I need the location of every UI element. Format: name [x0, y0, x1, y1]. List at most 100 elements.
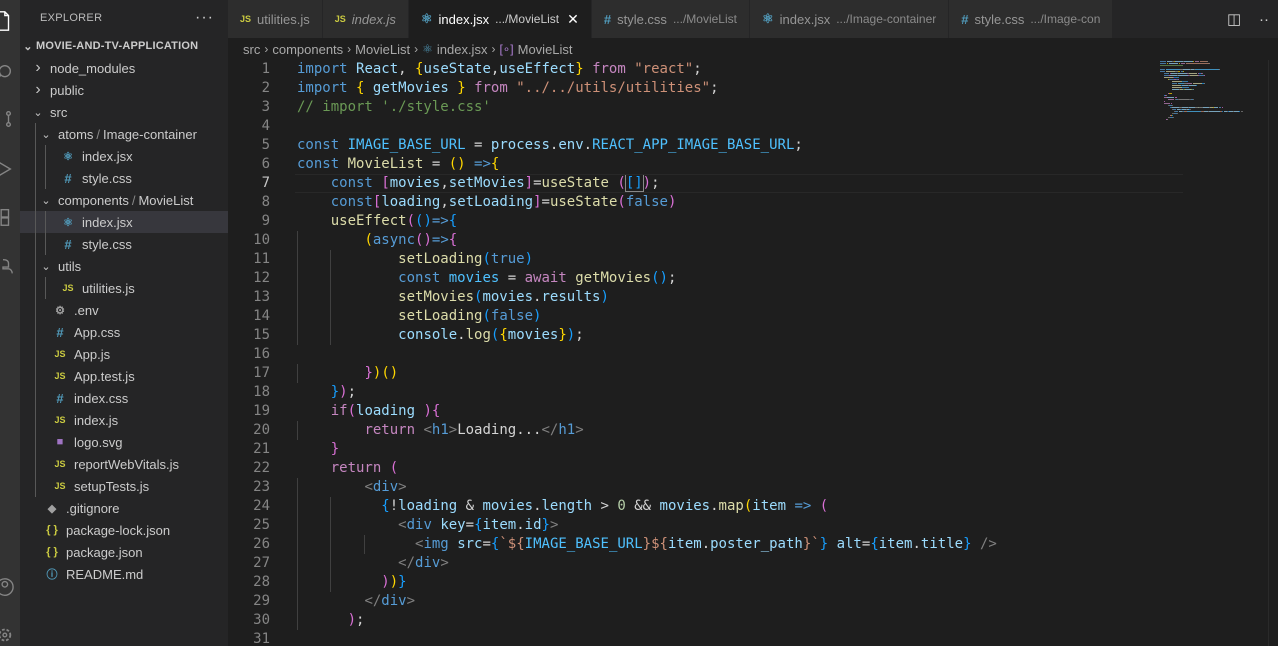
editor-tab[interactable]: # style.css .../Image-con [949, 0, 1114, 38]
code-line[interactable]: useEffect(()=>{ [297, 212, 1177, 231]
python-icon[interactable] [0, 256, 16, 278]
folder-item[interactable]: ⌄ src [20, 101, 228, 123]
folder-label: utils [58, 258, 82, 274]
breadcrumb-item-symbol[interactable]: MovieList [518, 42, 573, 57]
code-line[interactable]: const MovieList = () =>{ [297, 155, 1177, 174]
extensions-icon[interactable] [0, 206, 16, 228]
breadcrumb-item-src[interactable]: src [243, 42, 260, 57]
code-token: > [440, 555, 449, 571]
file-item[interactable]: JS reportWebVitals.js [20, 453, 228, 475]
breadcrumb-item-file[interactable]: index.jsx [437, 42, 488, 57]
code-area[interactable]: import React, {useState,useEffect} from … [295, 60, 1183, 646]
file-item[interactable]: # App.css [20, 321, 228, 343]
code-line[interactable]: ))} [296, 573, 1177, 592]
file-item[interactable]: JS App.js [20, 343, 228, 365]
minimap[interactable] [1158, 60, 1268, 646]
file-item[interactable]: ⚛ index.jsx [20, 211, 228, 233]
code-line[interactable]: return ( [297, 459, 1177, 478]
code-token: </ [541, 422, 559, 438]
file-item[interactable]: # index.css [20, 387, 228, 409]
code-line[interactable]: import React, {useState,useEffect} from … [297, 60, 1177, 79]
more-actions-icon[interactable]: ··· [195, 9, 214, 27]
file-item[interactable]: JS utilities.js [20, 277, 228, 299]
account-icon[interactable] [0, 576, 16, 598]
settings-gear-icon[interactable] [0, 624, 16, 646]
indent-guide [330, 573, 332, 592]
file-item[interactable]: ◆ .gitignore [20, 497, 228, 519]
files-icon[interactable] [0, 10, 16, 32]
code-line[interactable]: setLoading(false) [296, 307, 1177, 326]
close-icon[interactable]: ✕ [567, 11, 579, 28]
file-item[interactable]: ⚙ .env [20, 299, 228, 321]
breadcrumb-item-movielist-folder[interactable]: MovieList [355, 42, 410, 57]
code-line[interactable]: } [297, 440, 1177, 459]
code-line[interactable]: const IMAGE_BASE_URL = process.env.REACT… [297, 136, 1177, 155]
indent-guide [296, 231, 298, 250]
code-line[interactable]: const movies = await getMovies(); [296, 269, 1177, 288]
code-line[interactable]: <div> [296, 478, 1177, 497]
search-icon[interactable] [0, 62, 16, 84]
code-line[interactable]: })() [296, 364, 1177, 383]
code-line[interactable] [297, 345, 1177, 364]
file-item[interactable]: JS index.js [20, 409, 228, 431]
folder-item[interactable]: ⌄ utils [20, 255, 228, 277]
code-line[interactable] [297, 630, 1177, 646]
minimap-line [1222, 111, 1223, 112]
vertical-scrollbar[interactable] [1268, 60, 1278, 646]
file-item[interactable]: # style.css [20, 167, 228, 189]
code-token: key [440, 517, 466, 533]
code-line[interactable]: }); [297, 383, 1177, 402]
more-icon[interactable]: ·· [1259, 11, 1269, 28]
code-line[interactable]: <div key={item.id}> [296, 516, 1177, 535]
folder-item[interactable]: ⌄ atoms / Image-container [20, 123, 228, 145]
editor-tab[interactable]: ⚛ index.jsx .../MovieList ✕ [408, 0, 592, 38]
file-item[interactable]: { } package-lock.json [20, 519, 228, 541]
file-item[interactable]: ■ logo.svg [20, 431, 228, 453]
file-label: App.js [74, 346, 111, 362]
code-token: { [490, 156, 500, 172]
code-line[interactable]: </div> [296, 554, 1177, 573]
code-editor[interactable]: 1 2 3 4 5 6 7 8 9 10 11 12 13 14 15 16 17 18 19 20 21 22 23 24 2… [228, 60, 1278, 646]
code-line[interactable]: const [movies,setMovies]=useState ([]); [295, 174, 1183, 193]
code-line[interactable]: (async()=>{ [296, 231, 1177, 250]
code-token: getMovies [372, 80, 449, 96]
file-item[interactable]: JS setupTests.js [20, 475, 228, 497]
split-editor-icon[interactable]: ◫ [1227, 10, 1241, 28]
file-item[interactable]: # style.css [20, 233, 228, 255]
code-line[interactable]: ); [296, 611, 1177, 630]
code-token: } [819, 536, 829, 552]
indent-guide [296, 611, 298, 630]
source-control-icon[interactable] [0, 108, 16, 130]
editor-tab[interactable]: JS index.js [322, 0, 409, 38]
editor-tabs: JS utilities.js JS index.js ⚛ index.jsx .../Mo… [228, 0, 1278, 38]
run-debug-icon[interactable] [0, 158, 16, 180]
file-label: style.css [82, 236, 132, 252]
code-token: } [457, 80, 466, 96]
editor-tab[interactable]: # style.css .../MovieList [591, 0, 750, 38]
code-line[interactable]: if(loading ){ [297, 402, 1177, 421]
code-line[interactable]: import { getMovies } from "../../utils/u… [297, 79, 1177, 98]
folder-item[interactable]: › public [20, 79, 228, 101]
folder-item[interactable]: ⌄ components / MovieList [20, 189, 228, 211]
folder-item[interactable]: › node_modules [20, 57, 228, 79]
file-item[interactable]: ⚛ index.jsx [20, 145, 228, 167]
code-line[interactable]: </div> [296, 592, 1177, 611]
editor-tab[interactable]: ⚛ index.jsx .../Image-container [749, 0, 950, 38]
breadcrumb-item-components[interactable]: components [272, 42, 343, 57]
code-line[interactable]: {!loading & movies.length > 0 && movies.… [296, 497, 1177, 516]
code-line[interactable]: console.log({movies}); [296, 326, 1177, 345]
code-line[interactable]: <img src={`${IMAGE_BASE_URL}${item.poste… [296, 535, 1177, 554]
project-root[interactable]: ⌄ MOVIE-AND-TV-APPLICATION [20, 35, 228, 57]
editor-tab[interactable]: JS utilities.js [228, 0, 323, 38]
file-item[interactable]: ⓘ README.md [20, 563, 228, 585]
code-line[interactable]: const[loading,setLoading]=useState(false… [297, 193, 1177, 212]
code-line[interactable]: return <h1>Loading...</h1> [296, 421, 1177, 440]
code-line[interactable]: // import './style.css' [297, 98, 1177, 117]
file-item[interactable]: { } package.json [20, 541, 228, 563]
file-item[interactable]: JS App.test.js [20, 365, 228, 387]
code-token: movies [482, 498, 534, 514]
code-line[interactable]: setLoading(true) [296, 250, 1177, 269]
code-line[interactable] [297, 117, 1177, 136]
js-file-icon: JS [54, 415, 66, 425]
code-line[interactable]: setMovies(movies.results) [296, 288, 1177, 307]
